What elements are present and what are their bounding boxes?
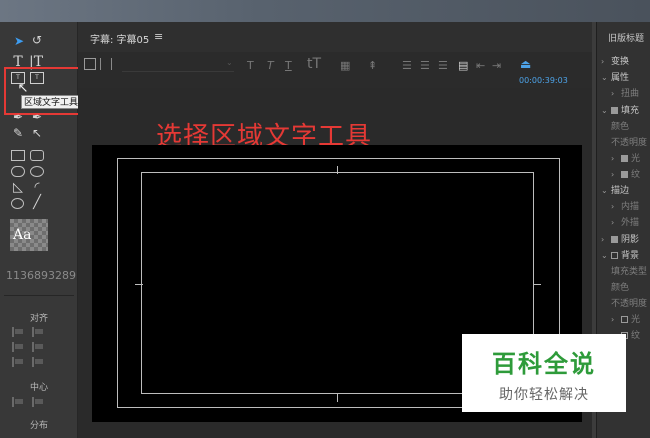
bold-icon[interactable]: T xyxy=(247,59,254,72)
underline-icon[interactable]: T xyxy=(285,59,292,72)
tab-stops-icon[interactable]: ▤ xyxy=(458,59,468,72)
font-family-dropdown[interactable] xyxy=(122,58,234,72)
panel-menu-icon[interactable]: ≡ xyxy=(154,30,163,43)
expand-arrow-icon[interactable]: › xyxy=(601,57,611,66)
rotation-tool-icon[interactable]: ↺ xyxy=(30,33,44,47)
ellipse-tool-icon[interactable] xyxy=(11,198,24,209)
selection-tool-icon[interactable]: ➤ xyxy=(12,34,26,48)
align-center-icon[interactable] xyxy=(32,327,44,337)
prop-row-stroke[interactable]: ⌄ 描边 xyxy=(601,183,629,196)
align-section-label: 对齐 xyxy=(29,314,48,324)
background-checkbox[interactable] xyxy=(611,252,618,259)
timecode: 00:00:39:03 xyxy=(519,76,568,85)
vertical-path-type-tool-icon[interactable]: ✒ xyxy=(30,110,44,124)
leading-icon[interactable]: ⇞ xyxy=(368,59,377,72)
convert-anchor-tool-icon[interactable]: ↖ xyxy=(30,126,44,140)
prop-row-distort[interactable]: › 扭曲 xyxy=(611,86,639,99)
prop-row-fill[interactable]: ⌄ 填充 xyxy=(601,103,639,116)
prop-row-bg-sheen[interactable]: › 光 xyxy=(611,312,640,325)
path-type-tool-icon[interactable]: ✒ xyxy=(11,110,25,124)
prop-row-background[interactable]: ⌄ 背景 xyxy=(601,248,639,261)
shadow-checkbox[interactable] xyxy=(611,236,618,243)
collapse-arrow-icon[interactable]: ⌄ xyxy=(601,251,611,260)
center-section-label: 中心 xyxy=(29,383,48,393)
clipped-corner-tool-icon[interactable] xyxy=(11,166,25,177)
new-title-icon[interactable] xyxy=(84,58,96,70)
align-top-icon[interactable] xyxy=(32,342,44,352)
collapse-arrow-icon[interactable]: ⌄ xyxy=(601,106,611,115)
arc-tool-icon[interactable]: ◜ xyxy=(30,181,44,195)
top-background-band xyxy=(0,0,650,22)
top-center-tick xyxy=(337,166,338,174)
panel-title: 字幕: 字幕05 xyxy=(90,35,150,46)
prop-row-properties[interactable]: ⌄ 属性 xyxy=(601,70,629,83)
font-size-icon[interactable]: tT xyxy=(307,56,321,72)
prop-row-sheen[interactable]: › 光 xyxy=(611,151,640,164)
kerning-icon[interactable]: ▦ xyxy=(340,59,350,72)
align-right-icon[interactable] xyxy=(12,342,24,352)
style-swatch[interactable]: Aa xyxy=(10,219,48,251)
align-left-icon[interactable] xyxy=(12,327,24,337)
prop-row-outer-stroke[interactable]: › 外描 xyxy=(611,215,639,228)
bottom-center-tick xyxy=(337,394,338,402)
rectangle-tool-icon[interactable] xyxy=(11,150,25,161)
prop-row-texture[interactable]: › 纹 xyxy=(611,167,640,180)
line-tool-icon[interactable]: ╱ xyxy=(30,196,44,210)
font-family-chevron-icon[interactable]: ⌄ xyxy=(226,58,233,67)
align-middle-icon[interactable] xyxy=(12,357,24,367)
expand-arrow-icon[interactable]: › xyxy=(611,218,621,227)
texture-checkbox[interactable] xyxy=(621,171,628,178)
collapse-arrow-icon[interactable]: ⌄ xyxy=(601,73,611,82)
distribute-section-label: 分布 xyxy=(29,421,48,431)
tab-left-icon[interactable]: ⇤ xyxy=(476,59,485,72)
show-background-video-icon[interactable]: ⏏ xyxy=(520,57,531,71)
align-center-text-icon[interactable]: ☰ xyxy=(420,59,430,72)
properties-header: 旧版标题 xyxy=(608,34,645,44)
pen-tool-icon[interactable]: ✎ xyxy=(11,126,25,140)
right-center-tick xyxy=(533,284,541,285)
align-right-text-icon[interactable]: ☰ xyxy=(438,59,448,72)
prop-row-inner-stroke[interactable]: › 内描 xyxy=(611,199,639,212)
prop-row-fill-type: 填充类型 xyxy=(611,267,648,277)
roll-crawl-icon[interactable] xyxy=(100,58,112,70)
prop-row-fill-color: 颜色 xyxy=(611,122,630,132)
align-left-text-icon[interactable]: ☰ xyxy=(402,59,412,72)
watermark-title: 百科全说 xyxy=(492,350,596,378)
sheen-checkbox[interactable] xyxy=(621,155,628,162)
align-bottom-icon[interactable] xyxy=(32,357,44,367)
rounded-rectangle-tool-icon[interactable] xyxy=(30,150,44,161)
tab-right-icon[interactable]: ⇥ xyxy=(492,59,501,72)
expand-arrow-icon[interactable]: › xyxy=(611,89,621,98)
prop-row-transform[interactable]: › 变换 xyxy=(601,54,629,67)
center-vertical-icon[interactable] xyxy=(32,397,44,407)
wedge-tool-icon[interactable]: ◺ xyxy=(11,181,25,195)
prop-row-bg-opacity: 不透明度 xyxy=(611,299,648,309)
collapse-arrow-icon[interactable]: ⌄ xyxy=(601,186,611,195)
expand-arrow-icon[interactable]: › xyxy=(611,154,621,163)
expand-arrow-icon[interactable]: › xyxy=(611,202,621,211)
fill-checkbox[interactable] xyxy=(611,107,618,114)
center-horizontal-icon[interactable] xyxy=(12,397,24,407)
tools-divider xyxy=(4,295,74,296)
rounded-corner-tool-icon[interactable] xyxy=(30,166,44,177)
italic-icon[interactable]: T xyxy=(267,59,274,72)
left-center-tick xyxy=(135,284,143,285)
bg-sheen-checkbox[interactable] xyxy=(621,316,628,323)
prop-row-fill-opacity: 不透明度 xyxy=(611,138,648,148)
expand-arrow-icon[interactable]: › xyxy=(601,235,611,244)
expand-arrow-icon[interactable]: › xyxy=(611,315,621,324)
prop-row-bg-color: 颜色 xyxy=(611,283,630,293)
watermark-subtitle: 助你轻松解决 xyxy=(499,387,589,403)
prop-row-shadow[interactable]: › 阴影 xyxy=(601,232,639,245)
sample-id-text: 1136893289 xyxy=(6,269,76,282)
expand-arrow-icon[interactable]: › xyxy=(611,170,621,179)
